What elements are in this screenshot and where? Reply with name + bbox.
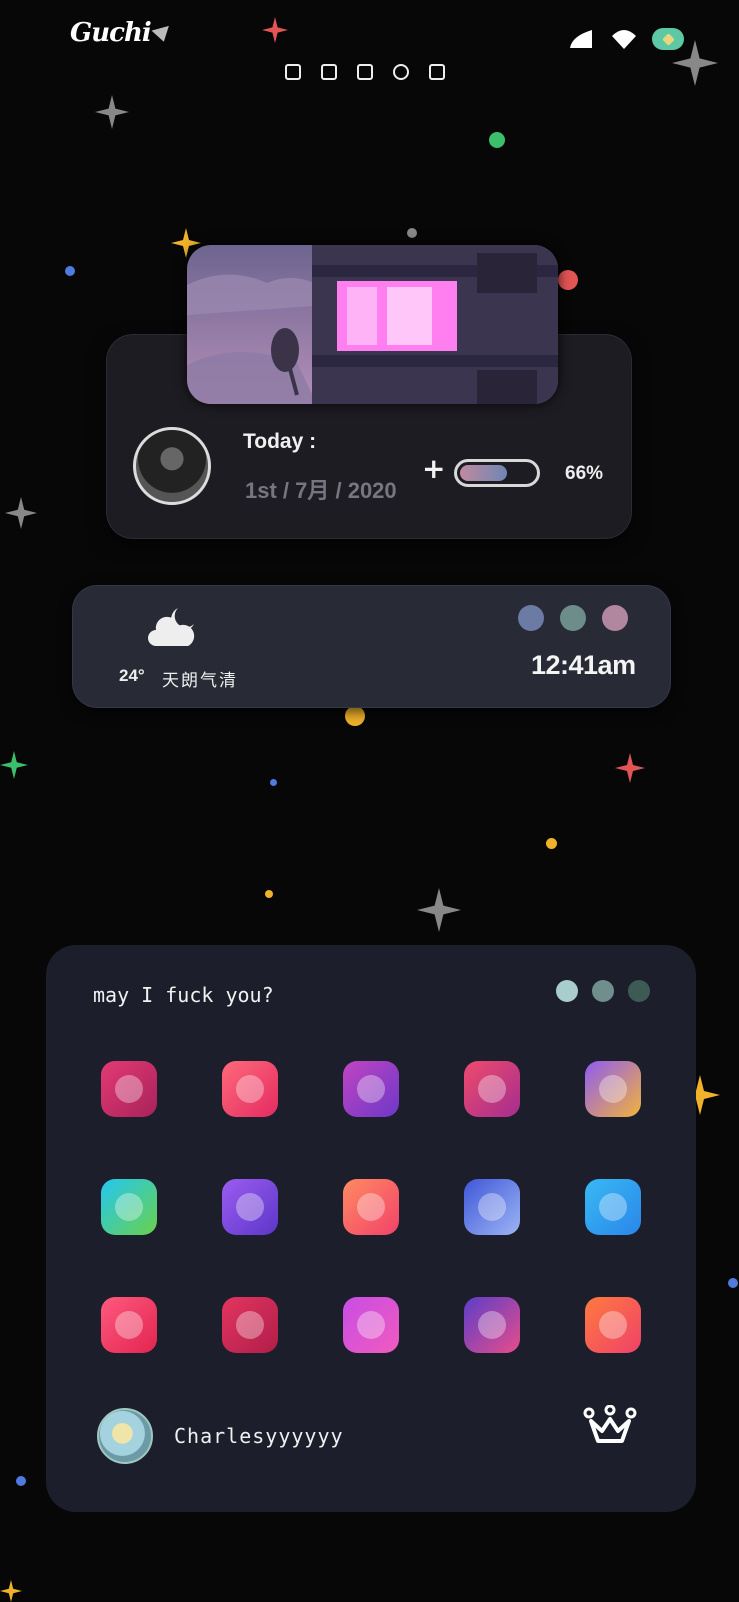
block-icon (393, 64, 409, 80)
progress-bar-fill (460, 465, 507, 481)
location-arrow-icon (151, 25, 173, 45)
icon-glint (477, 1311, 506, 1339)
color-dot (628, 980, 650, 1002)
app-tile[interactable] (310, 1266, 431, 1384)
weather-cloud-app-icon[interactable] (584, 1061, 641, 1117)
progress-bar (454, 459, 540, 487)
clock-time: 12:41am (531, 650, 636, 680)
icon-glint (114, 1193, 143, 1221)
app-tile[interactable] (431, 1148, 552, 1266)
app-tile[interactable] (431, 1030, 552, 1148)
icon-glint (598, 1075, 627, 1103)
star-dot (270, 779, 277, 786)
signal-icon (570, 30, 592, 48)
sparkle-star-icon (417, 888, 461, 932)
screen-icon (285, 64, 301, 80)
app-tile[interactable] (310, 1148, 431, 1266)
star-dot (345, 706, 365, 726)
mail-app-icon[interactable] (221, 1297, 278, 1353)
status-bar: Guchi (0, 0, 739, 100)
icon-glint (356, 1075, 385, 1103)
star-dot (407, 228, 417, 238)
app-tile[interactable] (310, 1030, 431, 1148)
anime-building-photo (187, 245, 558, 404)
color-dot (602, 605, 628, 631)
color-dots (518, 605, 628, 631)
icon-glint (235, 1311, 264, 1339)
app-tile[interactable] (431, 1266, 552, 1384)
carrier-label: Guchi (70, 18, 152, 48)
icon-glint (356, 1311, 385, 1339)
cloud-moon-icon (148, 608, 195, 646)
star-dot (558, 270, 578, 290)
star-dot (546, 838, 557, 849)
theme-ball-app-icon[interactable] (584, 1297, 641, 1353)
icon-glint (477, 1075, 506, 1103)
app-tile[interactable] (189, 1030, 310, 1148)
music-app-icon[interactable] (463, 1297, 520, 1353)
app-tile[interactable] (189, 1266, 310, 1384)
temperature: 24° (119, 666, 145, 685)
icon-glint (235, 1193, 264, 1221)
color-dots (556, 980, 650, 1002)
plus-icon: + (422, 452, 446, 485)
messages-app-icon[interactable] (342, 1297, 399, 1353)
clipboard-icon (357, 64, 373, 80)
color-dot (592, 980, 614, 1002)
icon-glint (356, 1193, 385, 1221)
icon-glint (598, 1193, 627, 1221)
icon-glint (235, 1075, 264, 1103)
progress-percent: 66% (565, 463, 604, 484)
icon-glint (114, 1311, 143, 1339)
star-dot (265, 890, 273, 898)
clock-app-icon[interactable] (342, 1061, 399, 1117)
wifi-icon (612, 30, 636, 49)
star-dot (728, 1278, 738, 1288)
weather-condition: 天朗气清 (162, 671, 238, 691)
widget-title: may I fuck you? (93, 983, 274, 1007)
location-pin-app-icon[interactable] (100, 1179, 157, 1235)
status-icons (568, 28, 684, 50)
crown-icon[interactable] (583, 1405, 637, 1447)
username: Charlesyyyyyy (174, 1424, 344, 1448)
camera-app-icon[interactable] (221, 1179, 278, 1235)
app-tile[interactable] (552, 1148, 673, 1266)
gallery-app-icon[interactable] (463, 1179, 520, 1235)
user-avatar[interactable] (97, 1408, 153, 1464)
today-label: Today : (243, 430, 317, 453)
star-dot (489, 132, 505, 148)
app-tile[interactable] (68, 1266, 189, 1384)
icon-glint (598, 1311, 627, 1339)
app-tile[interactable] (68, 1148, 189, 1266)
sparkle-star-icon (5, 497, 37, 529)
profile-avatar[interactable] (133, 427, 211, 505)
app-grid (68, 1030, 673, 1384)
notification-icons (285, 64, 445, 80)
color-dot (560, 605, 586, 631)
camera-flower-app-icon[interactable] (100, 1061, 157, 1117)
notes-app-icon[interactable] (342, 1179, 399, 1235)
speaker-icon (429, 64, 445, 80)
app-tile[interactable] (552, 1030, 673, 1148)
health-heart-app-icon[interactable] (221, 1061, 278, 1117)
date-text: 1st / 7月 / 2020 (245, 478, 397, 503)
icon-glint (114, 1075, 143, 1103)
star-dot (16, 1476, 26, 1486)
battery-icon (652, 28, 684, 50)
sparkle-star-icon (615, 753, 645, 783)
color-dot (556, 980, 578, 1002)
phone-app-icon[interactable] (100, 1297, 157, 1353)
icon-glint (477, 1193, 506, 1221)
app-tile[interactable] (68, 1030, 189, 1148)
star-dot (65, 266, 75, 276)
app-tile[interactable] (189, 1148, 310, 1266)
sparkle-star-icon (95, 95, 129, 129)
bell-app-icon[interactable] (584, 1179, 641, 1235)
sparkle-star-icon (0, 751, 28, 779)
color-dot (518, 605, 544, 631)
app-tile[interactable] (552, 1266, 673, 1384)
store-bag-app-icon[interactable] (463, 1061, 520, 1117)
calendar-icon (321, 64, 337, 80)
sparkle-star-icon (0, 1580, 22, 1602)
